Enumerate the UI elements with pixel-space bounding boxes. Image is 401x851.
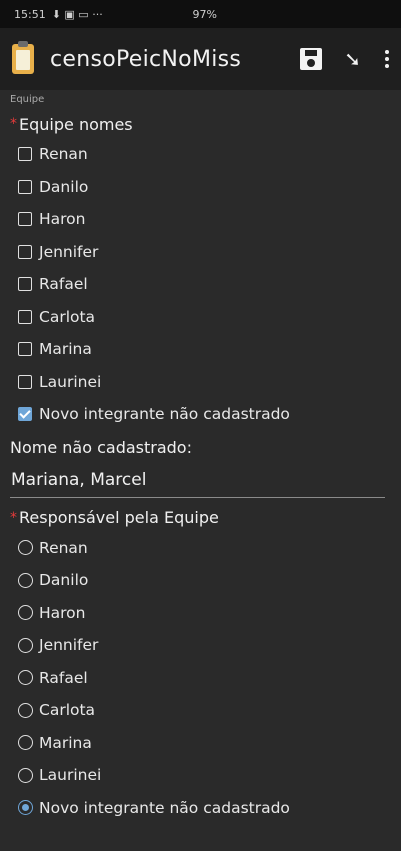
radio-label: Danilo bbox=[39, 571, 89, 590]
radio-option[interactable]: Carlota bbox=[10, 694, 391, 727]
team-leader-radio-list: Renan Danilo Haron Jennifer Rafael Carlota Mar… bbox=[10, 532, 391, 825]
save-icon[interactable] bbox=[300, 48, 323, 70]
checkbox-option[interactable]: Marina bbox=[10, 333, 391, 366]
radio-icon[interactable] bbox=[18, 735, 33, 751]
clipboard-icon bbox=[12, 41, 34, 74]
radio-icon[interactable] bbox=[18, 572, 33, 588]
checkbox-label: Rafael bbox=[39, 275, 88, 294]
checkbox-label: Haron bbox=[39, 210, 86, 229]
team-members-label: * Equipe nomes bbox=[10, 110, 391, 138]
checkbox-label: Renan bbox=[39, 145, 88, 164]
radio-icon[interactable] bbox=[18, 670, 33, 686]
radio-selected-icon[interactable] bbox=[18, 800, 33, 816]
checkbox-option[interactable]: Rafael bbox=[10, 268, 391, 301]
radio-label: Novo integrante não cadastrado bbox=[39, 798, 290, 817]
radio-icon[interactable] bbox=[18, 702, 33, 718]
checkbox-icon[interactable] bbox=[18, 342, 32, 357]
checkbox-icon[interactable] bbox=[18, 244, 32, 259]
radio-option[interactable]: Laurinei bbox=[10, 759, 391, 792]
checkbox-checked-icon[interactable] bbox=[18, 407, 32, 422]
checkbox-label: Danilo bbox=[39, 177, 89, 196]
radio-label: Marina bbox=[39, 733, 92, 752]
checkbox-icon[interactable] bbox=[18, 277, 32, 292]
radio-option[interactable]: Rafael bbox=[10, 662, 391, 695]
radio-icon[interactable] bbox=[18, 767, 33, 783]
radio-label: Carlota bbox=[39, 701, 96, 720]
status-time: 15:51 bbox=[14, 7, 46, 21]
unregistered-name-label: Nome não cadastrado: bbox=[10, 438, 192, 457]
checkbox-option[interactable]: Danilo bbox=[10, 171, 391, 204]
checkbox-option[interactable]: Carlota bbox=[10, 301, 391, 334]
radio-label: Rafael bbox=[39, 668, 88, 687]
team-leader-label-text: Responsável pela Equipe bbox=[19, 508, 219, 527]
radio-option[interactable]: Renan bbox=[10, 532, 391, 565]
checkbox-icon[interactable] bbox=[18, 179, 32, 194]
checkbox-label: Marina bbox=[39, 340, 92, 359]
radio-label: Haron bbox=[39, 603, 86, 622]
checkbox-label: Jennifer bbox=[39, 242, 99, 261]
checkbox-option[interactable]: Novo integrante não cadastrado bbox=[10, 398, 391, 431]
checkbox-option[interactable]: Laurinei bbox=[10, 366, 391, 399]
radio-label: Renan bbox=[39, 538, 88, 557]
required-marker: * bbox=[10, 116, 17, 132]
checkbox-icon[interactable] bbox=[18, 212, 32, 227]
forward-arrow-icon[interactable]: ➘ bbox=[344, 49, 361, 69]
checkbox-option[interactable]: Renan bbox=[10, 138, 391, 171]
checkbox-icon[interactable] bbox=[18, 374, 32, 389]
checkbox-icon[interactable] bbox=[18, 147, 32, 162]
unregistered-name-input[interactable]: Mariana, Marcel bbox=[10, 463, 385, 498]
checkbox-label: Novo integrante não cadastrado bbox=[39, 405, 290, 424]
notification-icons: ⬇ ▣ ▭ ··· bbox=[51, 7, 103, 21]
form-content: Equipe * Equipe nomes Renan Danilo Haron Je… bbox=[0, 90, 401, 824]
app-bar: censoPeicNoMiss ➘ bbox=[0, 28, 401, 90]
radio-option[interactable]: Novo integrante não cadastrado bbox=[10, 792, 391, 825]
checkbox-icon[interactable] bbox=[18, 309, 32, 324]
team-members-checkbox-list: Renan Danilo Haron Jennifer Rafael Carlota Mar… bbox=[10, 138, 391, 431]
radio-option[interactable]: Haron bbox=[10, 597, 391, 630]
checkbox-option[interactable]: Haron bbox=[10, 203, 391, 236]
radio-icon[interactable] bbox=[18, 637, 33, 653]
more-options-icon[interactable] bbox=[383, 50, 391, 68]
radio-label: Jennifer bbox=[39, 636, 99, 655]
radio-label: Laurinei bbox=[39, 766, 102, 785]
radio-icon[interactable] bbox=[18, 605, 33, 621]
radio-option[interactable]: Marina bbox=[10, 727, 391, 760]
radio-option[interactable]: Jennifer bbox=[10, 629, 391, 662]
app-actions: ➘ bbox=[300, 48, 391, 70]
checkbox-option[interactable]: Jennifer bbox=[10, 236, 391, 269]
radio-option[interactable]: Danilo bbox=[10, 564, 391, 597]
status-battery: 97% bbox=[192, 7, 217, 21]
team-members-label-text: Equipe nomes bbox=[19, 114, 133, 134]
app-title: censoPeicNoMiss bbox=[50, 46, 242, 72]
checkbox-label: Carlota bbox=[39, 307, 96, 326]
checkbox-label: Laurinei bbox=[39, 372, 102, 391]
required-marker: * bbox=[10, 509, 17, 526]
radio-icon[interactable] bbox=[18, 540, 33, 556]
team-leader-label: * Responsável pela Equipe bbox=[10, 504, 391, 532]
group-label: Equipe bbox=[10, 94, 45, 105]
status-bar: 15:51 ⬇ ▣ ▭ ··· 97% bbox=[0, 0, 401, 28]
